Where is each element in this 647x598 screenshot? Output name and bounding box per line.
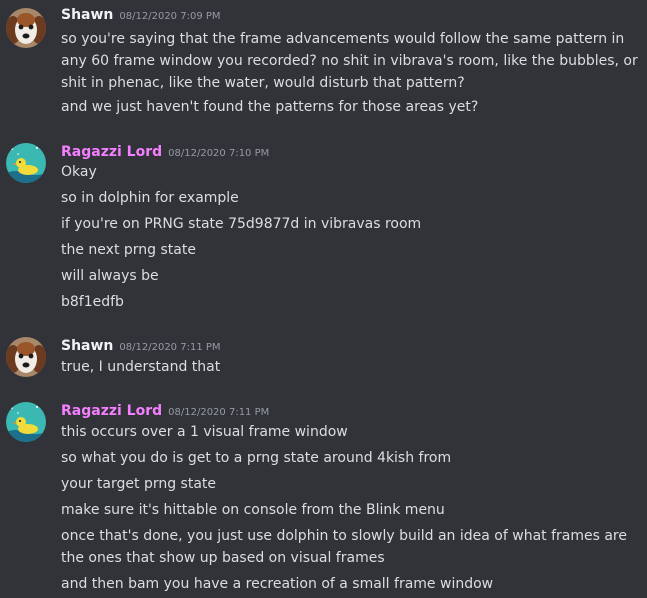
duck-avatar-icon[interactable]	[6, 402, 46, 442]
message-text: once that's done, you just use dolphin t…	[61, 528, 627, 566]
message-text: so you're saying that the frame advancem…	[61, 31, 638, 91]
dog-avatar-icon[interactable]	[6, 337, 46, 377]
dog-avatar-icon[interactable]	[6, 8, 46, 48]
message-text: this occurs over a 1 visual frame window	[61, 424, 348, 440]
message-group: Shawn 08/12/2020 7:09 PM so you're saying…	[0, 4, 647, 122]
message-text: and then bam you have a recreation of a …	[61, 576, 494, 592]
message-timestamp[interactable]: 08/12/2020 7:09 PM	[119, 11, 220, 22]
message-text: and we just haven't found the patterns f…	[61, 99, 479, 115]
author-name[interactable]: Shawn	[61, 7, 113, 23]
message-header: Shawn 08/12/2020 7:11 PM	[61, 335, 221, 355]
message-text: will always be	[61, 268, 159, 284]
message-header: Ragazzi Lord 08/12/2020 7:11 PM	[61, 400, 269, 420]
message-text: if you're on PRNG state 75d9877d in vibr…	[61, 216, 422, 232]
message-text: the next prng state	[61, 242, 196, 258]
message-text: so in dolphin for example	[61, 190, 239, 206]
message-timestamp[interactable]: 08/12/2020 7:11 PM	[168, 407, 269, 418]
message-timestamp[interactable]: 08/12/2020 7:10 PM	[168, 148, 269, 159]
author-name[interactable]: Shawn	[61, 338, 113, 354]
message-timestamp[interactable]: 08/12/2020 7:11 PM	[119, 342, 220, 353]
message-group: Ragazzi Lord 08/12/2020 7:11 PM this occu…	[0, 400, 647, 598]
message-text: b8f1edfb	[61, 294, 124, 310]
duck-avatar-icon[interactable]	[6, 143, 46, 183]
message-group: Ragazzi Lord 08/12/2020 7:10 PM Okay so i…	[0, 141, 647, 317]
message-text: so what you do is get to a prng state ar…	[61, 450, 452, 466]
message-text: your target prng state	[61, 476, 217, 492]
author-name[interactable]: Ragazzi Lord	[61, 144, 162, 160]
message-header: Shawn 08/12/2020 7:09 PM	[61, 4, 221, 24]
message-text: true, I understand that	[61, 359, 221, 375]
message-header: Ragazzi Lord 08/12/2020 7:10 PM	[61, 141, 269, 161]
message-text: Okay	[61, 164, 97, 180]
message-text: make sure it's hittable on console from …	[61, 502, 445, 518]
author-name[interactable]: Ragazzi Lord	[61, 403, 162, 419]
message-group: Shawn 08/12/2020 7:11 PM true, I understa…	[0, 335, 647, 381]
chat-message-list: Shawn 08/12/2020 7:09 PM so you're saying…	[0, 0, 647, 598]
